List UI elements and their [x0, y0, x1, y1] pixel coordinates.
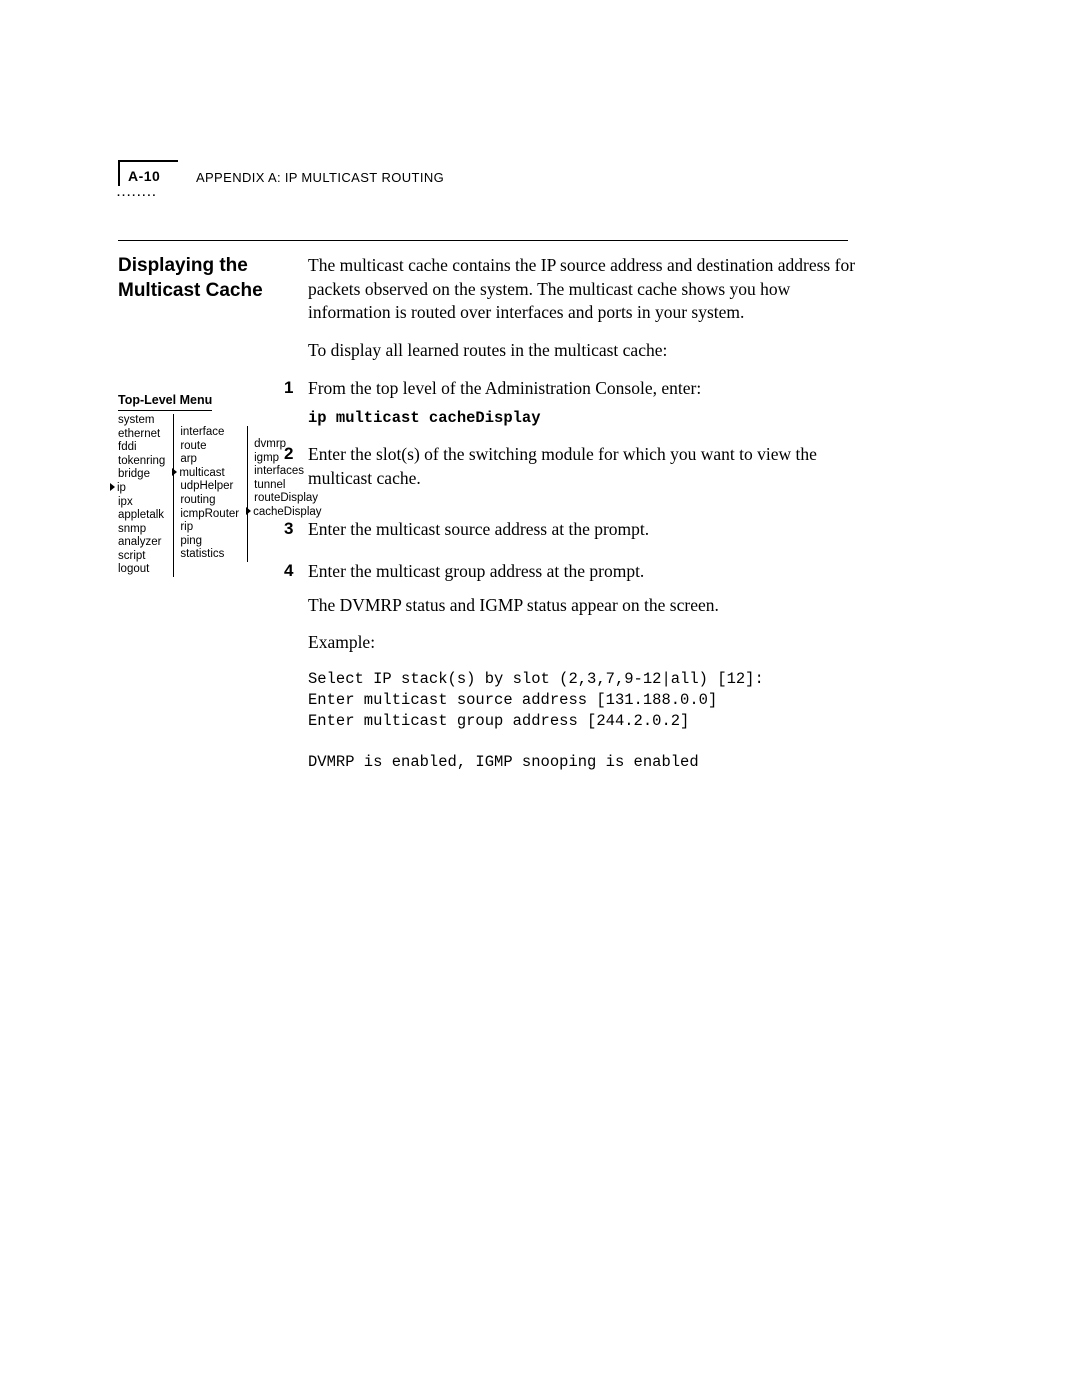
menu-item: ip [118, 482, 165, 496]
menu-item: icmpRouter [180, 508, 239, 522]
menu-item: ping [180, 535, 239, 549]
menu-item: routeDisplay [254, 492, 321, 506]
menu-item-label: routing [180, 494, 215, 506]
section-rule [118, 240, 848, 241]
intro-paragraph-2: To display all learned routes in the mul… [308, 339, 858, 363]
menu-item: route [180, 440, 239, 454]
menu-item-label: tunnel [254, 479, 285, 491]
step-3: Enter the multicast source address at th… [308, 518, 858, 542]
menu-item-label: routeDisplay [254, 492, 318, 504]
menu-item-label: arp [180, 453, 197, 465]
intro-paragraph: The multicast cache contains the IP sour… [308, 254, 858, 325]
step-4-text: Enter the multicast group address at the… [308, 561, 644, 581]
menu-item-label: ethernet [118, 428, 160, 440]
menu-item: statistics [180, 548, 239, 562]
menu-columns: system ethernetfddi tokenringbridge ip ipxap… [118, 414, 308, 577]
menu-item: tokenring [118, 455, 165, 469]
menu-item-label: ipx [118, 496, 133, 508]
step-2: Enter the slot(s) of the switching modul… [308, 443, 858, 490]
menu-item: udpHelper [180, 480, 239, 494]
menu-item-label: multicast [179, 467, 224, 479]
menu-item-label: script [118, 550, 145, 562]
menu-item-label: dvmrp [254, 438, 286, 450]
content-area: Displaying the Multicast Cache Top-Level… [118, 254, 858, 787]
page-number: A-10 [118, 160, 178, 186]
step-3-text: Enter the multicast source address at th… [308, 519, 649, 539]
menu-item-label: ip [117, 482, 126, 494]
step-list: From the top level of the Administration… [308, 377, 858, 774]
menu-item: analyzer [118, 536, 165, 550]
menu-item-label: tokenring [118, 455, 165, 467]
menu-item-label: route [180, 440, 206, 452]
menu-item: snmp [118, 523, 165, 537]
menu-item: ethernet [118, 428, 165, 442]
menu-item: interface [180, 426, 239, 440]
page-tab: A-10 ........ [118, 160, 178, 199]
menu-marker-icon [110, 483, 115, 491]
menu-item: appletalk [118, 509, 165, 523]
menu-item-label: cacheDisplay [253, 506, 321, 518]
status-note: The DVMRP status and IGMP status appear … [308, 594, 858, 618]
section-title: Displaying the Multicast Cache [118, 254, 308, 303]
running-header: A-10 ........ APPENDIX A: IP MULTICAST R… [118, 160, 444, 199]
menu-col-1: system ethernetfddi tokenringbridge ip ipxap… [118, 414, 174, 577]
menu-item: multicast [180, 467, 239, 481]
menu-item-label: system [118, 414, 154, 426]
menu-item-label: snmp [118, 523, 146, 535]
menu-item-label: appletalk [118, 509, 164, 521]
menu-item-label: icmpRouter [180, 508, 239, 520]
menu-item: arp [180, 453, 239, 467]
step-1: From the top level of the Administration… [308, 377, 858, 430]
menu-item-label: igmp [254, 452, 279, 464]
step-2-text: Enter the slot(s) of the switching modul… [308, 444, 817, 488]
menu-item-label: interfaces [254, 465, 304, 477]
menu-item: logout [118, 563, 165, 577]
example-block: Select IP stack(s) by slot (2,3,7,9-12|a… [308, 669, 858, 774]
menu-item-label: interface [180, 426, 224, 438]
step-4: Enter the multicast group address at the… [308, 560, 858, 773]
menu-item-label: fddi [118, 441, 137, 453]
menu-item: rip [180, 521, 239, 535]
right-column: The multicast cache contains the IP sour… [308, 254, 858, 787]
menu-col-2: interface routearp multicastudpHelper routi… [174, 426, 248, 562]
menu-item: system [118, 414, 165, 428]
menu-item-label: rip [180, 521, 193, 533]
document-page: A-10 ........ APPENDIX A: IP MULTICAST R… [0, 0, 1080, 1397]
step-1-text: From the top level of the Administration… [308, 378, 701, 398]
menu-marker-icon [246, 507, 251, 515]
header-title: APPENDIX A: IP MULTICAST ROUTING [196, 170, 444, 185]
menu-item-label: statistics [180, 548, 224, 560]
menu-item: ipx [118, 496, 165, 510]
menu-item: bridge [118, 468, 165, 482]
menu-title: Top-Level Menu [118, 393, 212, 411]
menu-item-label: ping [180, 535, 202, 547]
menu-item-label: logout [118, 563, 149, 575]
example-label: Example: [308, 631, 858, 655]
menu-item-label: bridge [118, 468, 150, 480]
menu-item: fddi [118, 441, 165, 455]
menu-illustration: Top-Level Menu system ethernetfddi tokenri… [118, 393, 308, 577]
step-1-command: ip multicast cacheDisplay [308, 408, 858, 429]
menu-item: script [118, 550, 165, 564]
header-dots: ........ [117, 187, 178, 199]
menu-marker-icon [172, 468, 177, 476]
menu-item-label: udpHelper [180, 480, 233, 492]
menu-item: routing [180, 494, 239, 508]
menu-item-label: analyzer [118, 536, 161, 548]
left-column: Displaying the Multicast Cache Top-Level… [118, 254, 308, 577]
